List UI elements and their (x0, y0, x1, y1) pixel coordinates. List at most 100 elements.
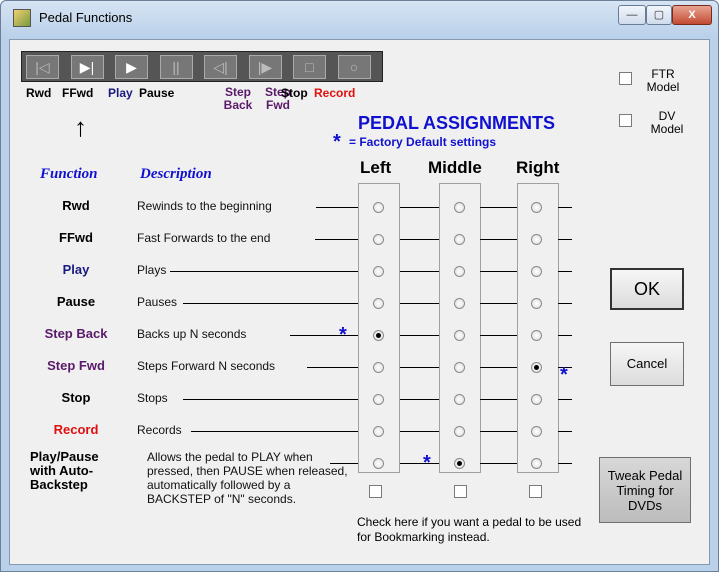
cancel-button[interactable]: Cancel (610, 342, 684, 386)
leader-line (183, 399, 358, 400)
stop-transport-button[interactable]: □ (293, 55, 326, 79)
radio-left[interactable] (373, 394, 384, 405)
ok-button[interactable]: OK (610, 268, 684, 310)
connector-line (480, 207, 517, 208)
connector-line (558, 335, 572, 336)
radio-right[interactable] (531, 458, 542, 469)
radio-middle[interactable] (454, 458, 465, 469)
connector-line (558, 463, 572, 464)
function-description: Pauses (137, 295, 178, 309)
radio-left[interactable] (373, 298, 384, 309)
radio-right[interactable] (531, 266, 542, 277)
function-description: Stops (137, 391, 168, 405)
connector-line (480, 463, 517, 464)
leader-line (315, 239, 358, 240)
radio-middle[interactable] (454, 234, 465, 245)
connector-line (480, 239, 517, 240)
connector-line (400, 431, 439, 432)
default-star-icon: * (560, 364, 568, 386)
radio-left[interactable] (373, 202, 384, 213)
default-star-icon: * (333, 131, 341, 153)
connector-line (480, 431, 517, 432)
leader-line (316, 207, 358, 208)
connector-line (480, 399, 517, 400)
function-header: Function (40, 166, 98, 182)
close-button[interactable]: X (672, 5, 712, 25)
connector-line (400, 271, 439, 272)
function-description: Plays (137, 263, 167, 277)
dv-model-checkbox[interactable] (619, 114, 632, 127)
radio-middle[interactable] (454, 394, 465, 405)
connector-line (400, 399, 439, 400)
connector-line (480, 303, 517, 304)
function-label: Stop (61, 390, 91, 405)
connector-line (400, 335, 439, 336)
transport-label-stop: Stop (281, 86, 308, 100)
connector-line (558, 207, 572, 208)
radio-right[interactable] (531, 298, 542, 309)
rewind-transport-button[interactable]: |◁ (26, 55, 59, 79)
title-bar[interactable]: Pedal Functions — ▢ X (1, 1, 718, 35)
connector-line (400, 207, 439, 208)
ftr-model-label: FTR Model (646, 67, 680, 94)
radio-left[interactable] (373, 234, 384, 245)
radio-right[interactable] (531, 330, 542, 341)
fast-forward-transport-button[interactable]: ▶| (70, 55, 104, 79)
radio-right[interactable] (531, 234, 542, 245)
bookmark-left-checkbox[interactable] (369, 485, 382, 498)
radio-middle[interactable] (454, 266, 465, 277)
radio-middle[interactable] (454, 298, 465, 309)
transport-label-record: Record (314, 86, 356, 100)
connector-line (480, 335, 517, 336)
factory-default-note: = Factory Default settings (349, 135, 497, 149)
record-transport-button[interactable]: ○ (337, 55, 371, 79)
transport-label-step-back: Step Back (223, 85, 253, 112)
connector-line (400, 239, 439, 240)
connector-line (400, 367, 439, 368)
radio-middle[interactable] (454, 202, 465, 213)
leader-line (290, 335, 358, 336)
leader-line (307, 367, 358, 368)
pause-transport-button[interactable]: || (159, 55, 193, 79)
bookmark-right-checkbox[interactable] (529, 485, 542, 498)
radio-right[interactable] (531, 426, 542, 437)
ftr-model-checkbox[interactable] (619, 72, 632, 85)
default-star-icon: * (423, 452, 431, 474)
column-header-right: Right (516, 158, 560, 177)
connector-line (558, 271, 572, 272)
bookmark-middle-checkbox[interactable] (454, 485, 467, 498)
transport-toolbar: |◁ ▶| ▶ || ◁| |▶ □ ○ (21, 51, 383, 82)
radio-right[interactable] (531, 362, 542, 373)
dialog-client-area: |◁ ▶| ▶ || ◁| |▶ □ ○ Rwd FFwd Play Pause Step B… (9, 39, 710, 565)
tweak-pedal-timing-button[interactable]: Tweak Pedal Timing for DVDs (599, 457, 691, 523)
function-label: Play (62, 262, 90, 277)
radio-middle[interactable] (454, 330, 465, 341)
radio-left[interactable] (373, 426, 384, 437)
function-description: Backs up N seconds (137, 327, 247, 341)
step-back-transport-button[interactable]: ◁| (204, 55, 237, 79)
step-forward-transport-button[interactable]: |▶ (248, 55, 282, 79)
radio-left[interactable] (373, 330, 384, 341)
transport-label-rwd: Rwd (26, 86, 52, 100)
maximize-button[interactable]: ▢ (646, 5, 672, 25)
leader-line (170, 271, 358, 272)
radio-middle[interactable] (454, 362, 465, 373)
radio-right[interactable] (531, 202, 542, 213)
app-icon (13, 9, 31, 27)
minimize-button[interactable]: — (618, 5, 646, 25)
radio-left[interactable] (373, 458, 384, 469)
function-label: FFwd (59, 230, 93, 245)
radio-left[interactable] (373, 362, 384, 373)
play-transport-button[interactable]: ▶ (115, 55, 148, 79)
function-description: Records (137, 423, 182, 437)
function-label: Step Back (44, 326, 108, 341)
radio-left[interactable] (373, 266, 384, 277)
function-label: Step Fwd (47, 358, 105, 373)
leader-line (330, 463, 358, 464)
window-title: Pedal Functions (39, 10, 133, 25)
connector-line (400, 463, 439, 464)
function-description: Allows the pedal to PLAY when pressed, t… (147, 450, 348, 506)
radio-right[interactable] (531, 394, 542, 405)
function-description: Steps Forward N seconds (137, 359, 276, 373)
radio-middle[interactable] (454, 426, 465, 437)
